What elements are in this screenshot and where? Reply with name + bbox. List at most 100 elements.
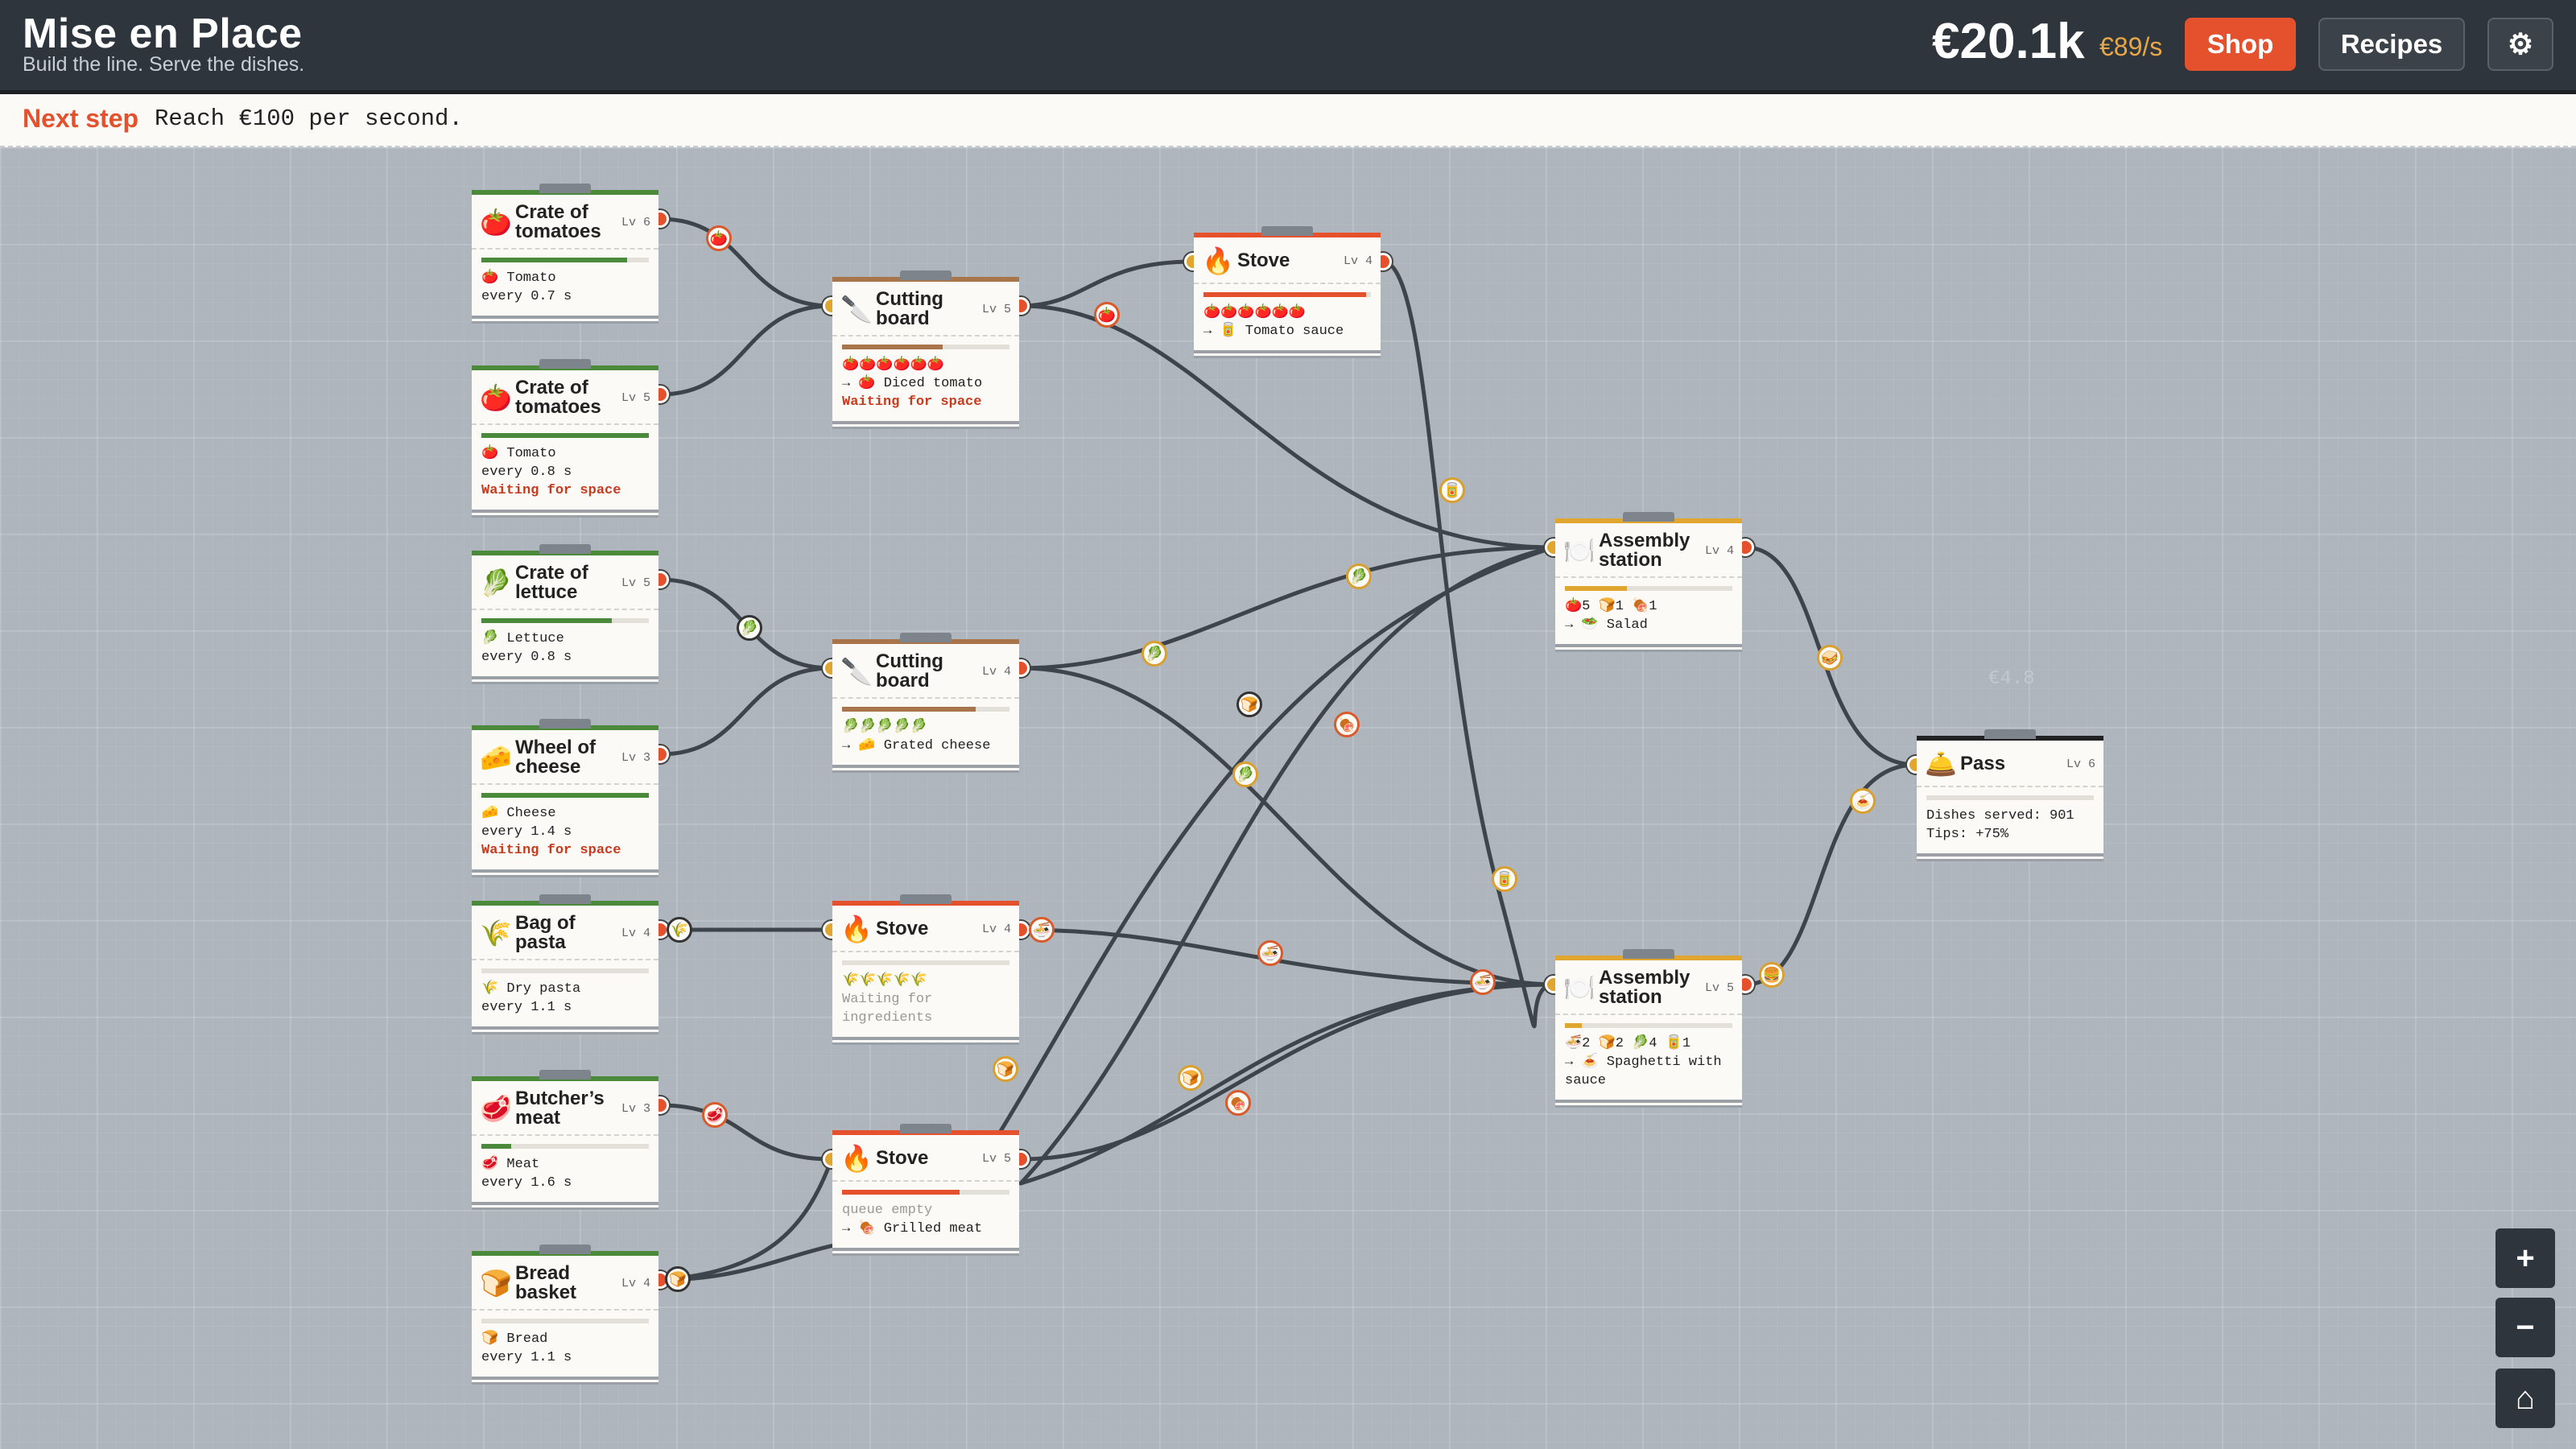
- status-text: Waiting for space: [481, 843, 621, 858]
- zoom-out-button[interactable]: −: [2496, 1298, 2555, 1357]
- progress-bar: [481, 618, 649, 623]
- card-title: Crate of tomatoes: [515, 201, 601, 242]
- assembly-station-card[interactable]: 🍽️ Assembly station Lv 5 🍜2 🍞2 🥬4 🥫1 → 🍝 S…: [1555, 949, 1742, 1100]
- crate-lettuce-card[interactable]: 🥬 Crate of lettuce Lv 5 🥬 Lettuce every 0.…: [472, 544, 658, 676]
- card-handle[interactable]: [539, 719, 591, 729]
- progress-bar: [481, 1319, 649, 1323]
- assembly-station-card[interactable]: 🍽️ Assembly station Lv 4 🍅5 🍞1 🍖1 → 🥗 Sala…: [1555, 512, 1742, 644]
- card-handle[interactable]: [539, 1070, 591, 1080]
- card-level: Lv 3: [621, 1101, 650, 1116]
- card-title: Butcher’s meat: [515, 1088, 605, 1129]
- status-text: queue empty: [842, 1203, 933, 1218]
- meat-icon: 🥩: [480, 1094, 512, 1123]
- card-title: Bag of pasta: [515, 912, 576, 953]
- wire: [1018, 259, 1195, 308]
- wire: [1018, 982, 1556, 1186]
- grilled-meat-token: 🍖: [1225, 1090, 1251, 1116]
- ingredient-stock: 🍜2 🍞2 🥬4 🥫1: [1565, 1036, 1691, 1051]
- card-level: Lv 3: [621, 750, 650, 765]
- card-title: Bread basket: [515, 1262, 577, 1303]
- card-level: Lv 4: [621, 926, 650, 940]
- card-handle[interactable]: [539, 544, 591, 554]
- production-rate: every 1.1 s: [481, 1350, 572, 1365]
- card-handle[interactable]: [900, 1124, 952, 1133]
- card-handle[interactable]: [900, 633, 952, 642]
- cheese-wheel-card[interactable]: 🧀 Wheel of cheese Lv 3 🧀 Cheese every 1.4 …: [472, 719, 658, 869]
- noodles-token: 🍜: [1257, 940, 1283, 966]
- crate-tomatoes-card[interactable]: 🍅 Crate of tomatoes Lv 5 🍅 Tomato every 0.…: [472, 359, 658, 510]
- floating-earnings: €4.8: [1988, 668, 2035, 690]
- output-item: 🍅 Tomato: [481, 446, 556, 461]
- plate-icon: 🍽️: [1563, 973, 1596, 1002]
- status-text: ingredients: [842, 1010, 933, 1026]
- card-handle[interactable]: [539, 184, 591, 193]
- wire: [658, 666, 834, 757]
- wire: [1018, 545, 1556, 1186]
- pasta-bag-card[interactable]: 🌾 Bag of pasta Lv 4 🌾 Dry pasta every 1.1 …: [472, 894, 658, 1026]
- zoom-in-button[interactable]: +: [2496, 1228, 2555, 1288]
- card-handle[interactable]: [539, 1245, 591, 1254]
- cutting-board-card[interactable]: 🔪 Cutting board Lv 4 🥬🥬🥬🥬🥬 → 🧀 Grated chee…: [832, 633, 1019, 765]
- lettuce-token: 🥬: [1232, 762, 1258, 787]
- stove-card[interactable]: 🔥 Stove Lv 4 🌾🌾🌾🌾🌾 Waiting for ingredients: [832, 894, 1019, 1037]
- progress-bar: [1926, 795, 2094, 800]
- tomato-token: 🍅: [706, 225, 732, 251]
- pass-card[interactable]: 🛎️ Pass Lv 6 Dishes served: 901 Tips: +75%: [1917, 729, 2103, 853]
- plate-icon: 🍽️: [1563, 536, 1596, 565]
- card-handle[interactable]: [1623, 949, 1674, 959]
- stove-card[interactable]: 🔥 Stove Lv 5 queue empty → 🍖 Grilled meat: [832, 1124, 1019, 1248]
- output-item: 🥩 Meat: [481, 1157, 540, 1172]
- output-item: 🍞 Bread: [481, 1331, 548, 1347]
- bread-icon: 🍞: [480, 1269, 512, 1298]
- production-rate: every 1.1 s: [481, 1000, 572, 1015]
- wire: [658, 217, 834, 308]
- cutting-board-card[interactable]: 🔪 Cutting board Lv 5 🍅🍅🍅🍅🍅🍅 → 🍅 Diced toma…: [832, 270, 1019, 421]
- card-handle[interactable]: [900, 894, 952, 904]
- card-title: Crate of tomatoes: [515, 377, 601, 418]
- recipe-output: → 🍅 Diced tomato: [842, 376, 983, 391]
- dishes-served: Dishes served: 901: [1926, 808, 2074, 824]
- card-level: Lv 5: [981, 302, 1011, 316]
- wire: [1381, 259, 1556, 1029]
- recipe-output: → 🍝 Spaghetti with: [1565, 1055, 1722, 1070]
- production-rate: every 0.8 s: [481, 650, 572, 665]
- card-handle[interactable]: [1984, 729, 2036, 739]
- output-item: 🌾 Dry pasta: [481, 981, 581, 997]
- card-level: Lv 4: [981, 664, 1011, 679]
- card-level: Lv 5: [621, 390, 650, 405]
- recipe-output: → 🧀 Grated cheese: [842, 738, 991, 753]
- wire: [1018, 545, 1556, 671]
- progress-bar: [842, 960, 1009, 965]
- home-view-button[interactable]: ⌂: [2496, 1368, 2555, 1428]
- tomato-sauce-token: 🥫: [1492, 866, 1517, 892]
- card-handle[interactable]: [1623, 512, 1674, 522]
- progress-fill: [481, 433, 649, 438]
- wheat-icon: 🌾: [480, 919, 512, 947]
- bread-basket-card[interactable]: 🍞 Bread basket Lv 4 🍞 Bread every 1.1 s: [472, 1245, 658, 1377]
- progress-bar: [842, 707, 1009, 712]
- stove-card[interactable]: 🔥 Stove Lv 4 🍅🍅🍅🍅🍅🍅 → 🥫 Tomato sauce: [1194, 226, 1381, 350]
- status-text: Waiting for space: [481, 483, 621, 498]
- card-handle[interactable]: [539, 894, 591, 904]
- ingredient-queue: 🥬🥬🥬🥬🥬: [842, 720, 927, 735]
- crate-tomatoes-card[interactable]: 🍅 Crate of tomatoes Lv 6 🍅 Tomato every 0.…: [472, 184, 658, 316]
- status-text: Waiting for space: [842, 394, 982, 410]
- progress-fill: [481, 618, 613, 623]
- knife-icon: 🔪: [840, 295, 873, 324]
- progress-fill: [1203, 292, 1366, 297]
- fire-icon: 🔥: [840, 914, 873, 943]
- card-handle[interactable]: [1261, 226, 1313, 236]
- card-handle[interactable]: [539, 359, 591, 369]
- wire: [1018, 982, 1556, 1162]
- fire-icon: 🔥: [1202, 246, 1234, 275]
- salad-dish-token: 🥪: [1817, 645, 1843, 671]
- noodles-token: 🍜: [1029, 917, 1055, 943]
- card-handle[interactable]: [900, 270, 952, 280]
- grilled-meat-token: 🍖: [1334, 712, 1360, 737]
- wire: [658, 1157, 834, 1282]
- card-title: Cutting board: [876, 650, 943, 691]
- card-title: Stove: [876, 1147, 929, 1169]
- butcher-meat-card[interactable]: 🥩 Butcher’s meat Lv 3 🥩 Meat every 1.6 s: [472, 1070, 658, 1202]
- card-level: Lv 4: [1704, 543, 1734, 558]
- card-title: Wheel of cheese: [515, 737, 596, 778]
